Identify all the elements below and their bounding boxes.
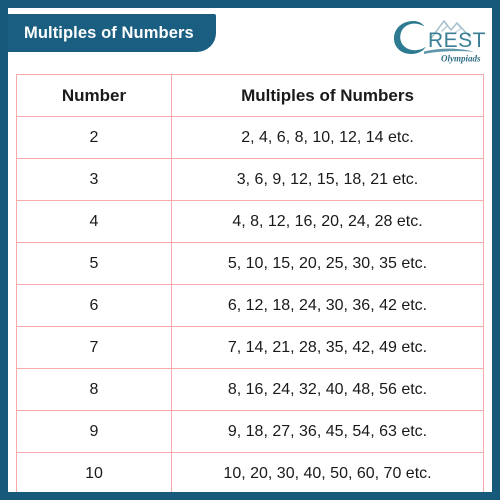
- table-row: 7 7, 14, 21, 28, 35, 42, 49 etc.: [16, 326, 484, 369]
- cell-number: 9: [16, 410, 172, 453]
- worksheet-page: Multiples of Numbers REST Olympiads Numb…: [0, 0, 500, 500]
- cell-multiples: 2, 4, 6, 8, 10, 12, 14 etc.: [171, 116, 484, 159]
- cell-number: 3: [16, 158, 172, 201]
- cell-multiples: 3, 6, 9, 12, 15, 18, 21 etc.: [171, 158, 484, 201]
- cell-number: 5: [16, 242, 172, 285]
- cell-number: 8: [16, 368, 172, 411]
- page-title: Multiples of Numbers: [24, 23, 194, 42]
- logo-letter-c: [393, 20, 426, 55]
- cell-multiples: 8, 16, 24, 32, 40, 48, 56 etc.: [171, 368, 484, 411]
- table-row: 5 5, 10, 15, 20, 25, 30, 35 etc.: [16, 242, 484, 285]
- cell-multiples: 7, 14, 21, 28, 35, 42, 49 etc.: [171, 326, 484, 369]
- column-header-multiples: Multiples of Numbers: [171, 74, 484, 117]
- cell-multiples: 5, 10, 15, 20, 25, 30, 35 etc.: [171, 242, 484, 285]
- logo-letters-rest: REST: [428, 29, 486, 52]
- page-content: Multiples of Numbers REST Olympiads Numb…: [8, 8, 492, 492]
- multiples-table: Number Multiples of Numbers 2 2, 4, 6, 8…: [16, 74, 484, 492]
- table-row: 6 6, 12, 18, 24, 30, 36, 42 etc.: [16, 284, 484, 327]
- cell-multiples: 6, 12, 18, 24, 30, 36, 42 etc.: [171, 284, 484, 327]
- logo-tagline: Olympiads: [441, 54, 481, 64]
- table-row: 9 9, 18, 27, 36, 45, 54, 63 etc.: [16, 410, 484, 453]
- table-header-row: Number Multiples of Numbers: [16, 74, 484, 117]
- cell-number: 2: [16, 116, 172, 159]
- multiples-table-container: Number Multiples of Numbers 2 2, 4, 6, 8…: [16, 74, 484, 492]
- table-row: 8 8, 16, 24, 32, 40, 48, 56 etc.: [16, 368, 484, 411]
- cell-number: 7: [16, 326, 172, 369]
- title-banner: Multiples of Numbers: [8, 14, 216, 52]
- cell-multiples: 9, 18, 27, 36, 45, 54, 63 etc.: [171, 410, 484, 453]
- column-header-number: Number: [16, 74, 172, 117]
- table-row: 4 4, 8, 12, 16, 20, 24, 28 etc.: [16, 200, 484, 243]
- cell-multiples: 10, 20, 30, 40, 50, 60, 70 etc.: [171, 452, 484, 492]
- table-header: Number Multiples of Numbers: [16, 74, 484, 117]
- cell-number: 4: [16, 200, 172, 243]
- cell-number: 6: [16, 284, 172, 327]
- table-row: 10 10, 20, 30, 40, 50, 60, 70 etc.: [16, 452, 484, 492]
- cell-number: 10: [16, 452, 172, 492]
- table-row: 2 2, 4, 6, 8, 10, 12, 14 etc.: [16, 116, 484, 159]
- cell-multiples: 4, 8, 12, 16, 20, 24, 28 etc.: [171, 200, 484, 243]
- table-body: 2 2, 4, 6, 8, 10, 12, 14 etc. 3 3, 6, 9,…: [16, 116, 484, 492]
- crest-olympiads-logo: REST Olympiads: [388, 10, 486, 66]
- table-row: 3 3, 6, 9, 12, 15, 18, 21 etc.: [16, 158, 484, 201]
- logo-artwork: REST Olympiads: [393, 20, 486, 64]
